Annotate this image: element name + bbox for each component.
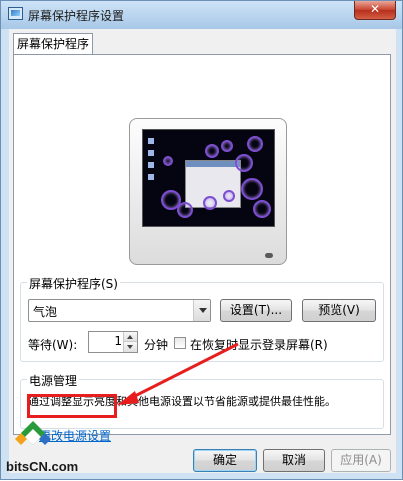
ok-button[interactable]: 确定 bbox=[193, 449, 257, 472]
watermark-text: bitsCN.com bbox=[6, 459, 79, 474]
cancel-button[interactable]: 取消 bbox=[263, 449, 325, 472]
logo-icon bbox=[15, 421, 51, 445]
dialog-window: 屏幕保护程序设置 ✕ 屏幕保护程序 屏幕保护程序(S) 气泡 设置(T)... … bbox=[0, 0, 403, 480]
watermark-logo: bitsCN.com bbox=[3, 419, 103, 479]
apply-button[interactable]: 应用(A) bbox=[331, 449, 391, 472]
annotation-arrow bbox=[117, 342, 239, 405]
